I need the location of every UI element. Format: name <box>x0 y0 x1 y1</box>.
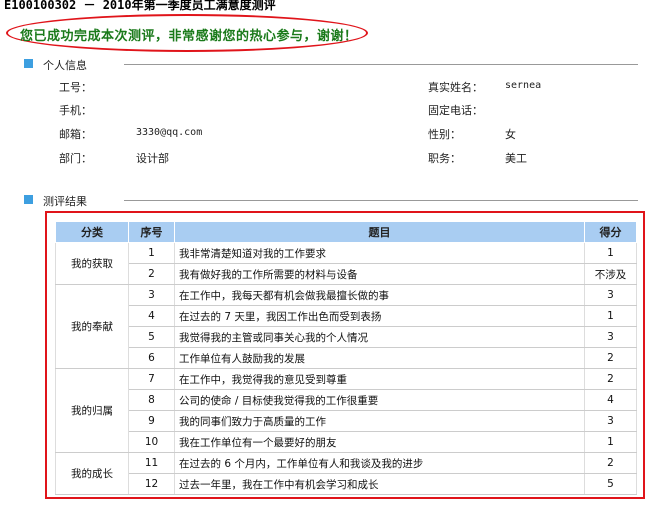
email-value: 3330@qq.com <box>136 127 203 138</box>
score-cell: 2 <box>584 347 637 369</box>
score-cell: 4 <box>584 389 637 411</box>
seq-cell: 6 <box>128 347 175 369</box>
question-cell: 在过去的 6 个月内，工作单位有人和我谈及我的进步 <box>174 452 585 474</box>
score-cell: 5 <box>584 473 637 495</box>
question-cell: 我的同事们致力于高质量的工作 <box>174 410 585 432</box>
section-bullet-icon <box>24 195 33 204</box>
question-cell: 在工作中，我每天都有机会做我最擅长做的事 <box>174 284 585 306</box>
section-divider <box>124 64 638 65</box>
seq-cell: 10 <box>128 431 175 453</box>
seq-cell: 7 <box>128 368 175 390</box>
table-row: 9 我的同事们致力于高质量的工作 3 <box>56 410 637 432</box>
col-header-score: 得分 <box>584 221 637 243</box>
score-cell: 2 <box>584 452 637 474</box>
score-cell: 1 <box>584 431 637 453</box>
score-cell: 不涉及 <box>584 263 637 285</box>
table-row: 12 过去一年里，我在工作中有机会学习和成长 5 <box>56 473 637 495</box>
success-message: 您已成功完成本次测评，非常感谢您的热心参与，谢谢！ <box>20 29 358 44</box>
question-cell: 在工作中，我觉得我的意见受到尊重 <box>174 368 585 390</box>
department-value: 设计部 <box>136 152 169 165</box>
question-cell: 在过去的 7 天里，我因工作出色而受到表扬 <box>174 305 585 327</box>
employee-id-label: 工号： <box>59 81 92 94</box>
real-name-label: 真实姓名： <box>428 81 483 94</box>
question-cell: 过去一年里，我在工作中有机会学习和成长 <box>174 473 585 495</box>
seq-cell: 11 <box>128 452 175 474</box>
score-cell: 1 <box>584 242 637 264</box>
category-cell: 我的获取 <box>55 242 129 285</box>
page-title: E100100302 － 2010年第一季度员工满意度测评 <box>4 0 276 12</box>
table-row: 我的成长 11 在过去的 6 个月内，工作单位有人和我谈及我的进步 2 <box>55 452 637 495</box>
seq-cell: 1 <box>128 242 175 264</box>
question-cell: 我在工作单位有一个最要好的朋友 <box>174 431 585 453</box>
section-divider <box>124 200 638 201</box>
category-cell: 我的成长 <box>55 452 129 495</box>
personal-info-label: 个人信息 <box>43 59 87 72</box>
department-label: 部门： <box>59 152 92 165</box>
question-cell: 公司的使命 / 目标使我觉得我的工作很重要 <box>174 389 585 411</box>
results-header: 测评结果 <box>24 193 638 208</box>
question-cell: 工作单位有人鼓励我的发展 <box>174 347 585 369</box>
table-row: 我的归属 7 在工作中，我觉得我的意见受到尊重 2 <box>55 368 637 453</box>
col-header-question: 题目 <box>174 221 585 243</box>
results-table: 分类 序号 题目 得分 我的获取 1 我非常清楚知道对我的工作要求 1 2 我有… <box>55 221 637 495</box>
question-cell: 我有做好我的工作所需要的材料与设备 <box>174 263 585 285</box>
real-name-value: sernea <box>505 80 542 91</box>
table-row: 4 在过去的 7 天里，我因工作出色而受到表扬 1 <box>56 305 637 327</box>
results-label: 测评结果 <box>43 195 87 208</box>
seq-cell: 5 <box>128 326 175 348</box>
position-label: 职务： <box>428 152 461 165</box>
score-cell: 3 <box>584 284 637 306</box>
category-cell: 我的奉献 <box>55 284 129 369</box>
phone-label: 固定电话： <box>428 104 483 117</box>
table-row: 5 我觉得我的主管或同事关心我的个人情况 3 <box>56 326 637 348</box>
category-cell: 我的归属 <box>55 368 129 453</box>
seq-cell: 3 <box>128 284 175 306</box>
table-row: 10 我在工作单位有一个最要好的朋友 1 <box>56 431 637 453</box>
seq-cell: 4 <box>128 305 175 327</box>
seq-cell: 9 <box>128 410 175 432</box>
personal-info-header: 个人信息 <box>24 57 638 72</box>
gender-value: 女 <box>505 128 516 141</box>
question-cell: 我觉得我的主管或同事关心我的个人情况 <box>174 326 585 348</box>
col-header-seq: 序号 <box>128 221 175 243</box>
mobile-label: 手机： <box>59 104 92 117</box>
section-bullet-icon <box>24 59 33 68</box>
table-row: 我的获取 1 我非常清楚知道对我的工作要求 1 <box>55 242 637 285</box>
position-value: 美工 <box>505 152 527 165</box>
question-cell: 我非常清楚知道对我的工作要求 <box>174 242 585 264</box>
table-row: 6 工作单位有人鼓励我的发展 2 <box>56 347 637 369</box>
score-cell: 2 <box>584 368 637 390</box>
results-header-row: 分类 序号 题目 得分 <box>55 221 637 243</box>
score-cell: 3 <box>584 326 637 348</box>
table-row: 2 我有做好我的工作所需要的材料与设备 不涉及 <box>56 263 637 285</box>
table-row: 8 公司的使命 / 目标使我觉得我的工作很重要 4 <box>56 389 637 411</box>
score-cell: 1 <box>584 305 637 327</box>
gender-label: 性别： <box>428 128 461 141</box>
table-row: 我的奉献 3 在工作中，我每天都有机会做我最擅长做的事 3 <box>55 284 637 369</box>
email-label: 邮箱： <box>59 128 92 141</box>
score-cell: 3 <box>584 410 637 432</box>
seq-cell: 2 <box>128 263 175 285</box>
col-header-category: 分类 <box>55 221 129 243</box>
seq-cell: 8 <box>128 389 175 411</box>
seq-cell: 12 <box>128 473 175 495</box>
